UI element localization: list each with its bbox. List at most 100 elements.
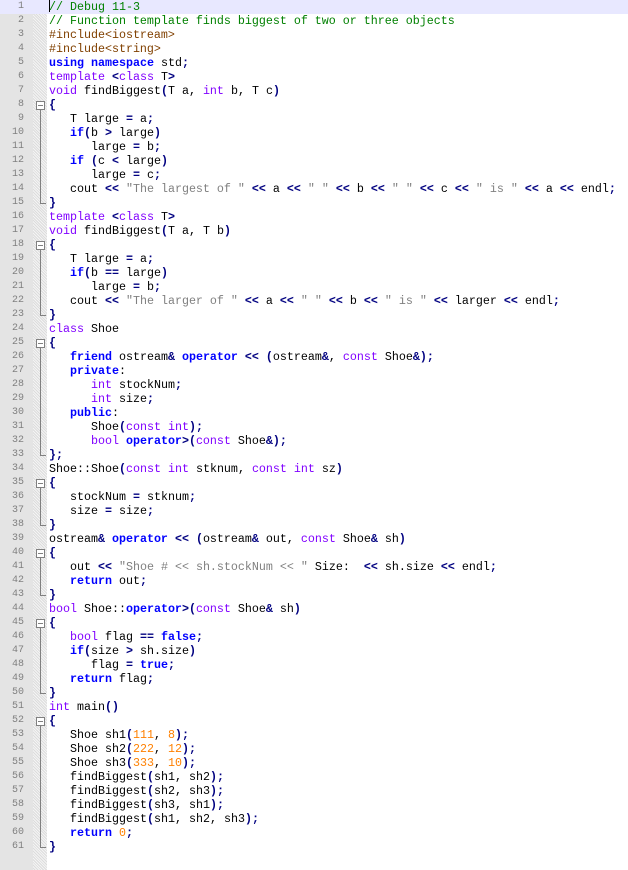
code-line[interactable]: 33}; bbox=[0, 448, 628, 462]
code-line[interactable]: 35 { bbox=[0, 476, 628, 490]
code-text[interactable]: if(size > sh.size) bbox=[49, 644, 196, 658]
code-line[interactable]: 42 return out; bbox=[0, 574, 628, 588]
code-text[interactable]: #include<string> bbox=[49, 42, 161, 56]
code-text[interactable]: if(b > large) bbox=[49, 126, 161, 140]
code-line[interactable]: 14 cout << "The largest of " << a << " "… bbox=[0, 182, 628, 196]
code-line[interactable]: 48 flag = true; bbox=[0, 658, 628, 672]
code-text[interactable]: cout << "The larger of " << a << " " << … bbox=[49, 294, 560, 308]
code-line[interactable]: 21 large = b; bbox=[0, 280, 628, 294]
code-text[interactable]: out << "Shoe # << sh.stockNum << " Size:… bbox=[49, 560, 497, 574]
code-line[interactable]: 45 { bbox=[0, 616, 628, 630]
code-line[interactable]: 38} bbox=[0, 518, 628, 532]
fold-collapse-icon[interactable] bbox=[36, 101, 45, 110]
code-text[interactable]: } bbox=[49, 588, 56, 602]
code-line[interactable]: 54 Shoe sh2(222, 12); bbox=[0, 742, 628, 756]
code-text[interactable]: bool flag == false; bbox=[49, 630, 203, 644]
code-line[interactable]: 3 #include<iostream> bbox=[0, 28, 628, 42]
code-text[interactable]: private: bbox=[49, 364, 126, 378]
code-text[interactable]: { bbox=[49, 546, 56, 560]
code-line[interactable]: 18 { bbox=[0, 238, 628, 252]
code-line[interactable]: 19 T large = a; bbox=[0, 252, 628, 266]
code-line[interactable]: 51 int main() bbox=[0, 700, 628, 714]
code-line[interactable]: 37 size = size; bbox=[0, 504, 628, 518]
code-text[interactable]: } bbox=[49, 686, 56, 700]
code-text[interactable]: ostream& operator << (ostream& out, cons… bbox=[49, 532, 406, 546]
code-text[interactable]: public: bbox=[49, 406, 119, 420]
code-line[interactable]: 24 class Shoe bbox=[0, 322, 628, 336]
code-line[interactable]: 47 if(size > sh.size) bbox=[0, 644, 628, 658]
code-line[interactable]: 26 friend ostream& operator << (ostream&… bbox=[0, 350, 628, 364]
fold-collapse-icon[interactable] bbox=[36, 339, 45, 348]
code-line[interactable]: 39 ostream& operator << (ostream& out, co… bbox=[0, 532, 628, 546]
code-text[interactable]: return flag; bbox=[49, 672, 154, 686]
code-line[interactable]: 12 if (c < large) bbox=[0, 154, 628, 168]
code-text[interactable]: large = b; bbox=[49, 140, 161, 154]
code-line[interactable]: 16 template <class T> bbox=[0, 210, 628, 224]
code-line[interactable]: 15} bbox=[0, 196, 628, 210]
code-text[interactable]: { bbox=[49, 336, 56, 350]
code-text[interactable]: { bbox=[49, 616, 56, 630]
code-line[interactable]: 40 { bbox=[0, 546, 628, 560]
fold-collapse-icon[interactable] bbox=[36, 241, 45, 250]
code-line[interactable]: 53 Shoe sh1(111, 8); bbox=[0, 728, 628, 742]
code-text[interactable]: Shoe sh1(111, 8); bbox=[49, 728, 189, 742]
code-line[interactable]: 2 // Function template finds biggest of t… bbox=[0, 14, 628, 28]
code-text[interactable]: findBiggest(sh1, sh2, sh3); bbox=[49, 812, 259, 826]
code-text[interactable]: { bbox=[49, 238, 56, 252]
code-text[interactable]: class Shoe bbox=[49, 322, 119, 336]
code-text[interactable]: size = size; bbox=[49, 504, 154, 518]
fold-collapse-icon[interactable] bbox=[36, 619, 45, 628]
code-line[interactable]: 9 T large = a; bbox=[0, 112, 628, 126]
code-line[interactable]: 58 findBiggest(sh3, sh1); bbox=[0, 798, 628, 812]
code-text[interactable]: } bbox=[49, 840, 56, 854]
code-line[interactable]: 8{ bbox=[0, 98, 628, 112]
code-text[interactable]: void findBiggest(T a, T b) bbox=[49, 224, 231, 238]
code-text[interactable]: friend ostream& operator << (ostream&, c… bbox=[49, 350, 434, 364]
code-line[interactable]: 41 out << "Shoe # << sh.stockNum << " Si… bbox=[0, 560, 628, 574]
code-line[interactable]: 36 stockNum = stknum; bbox=[0, 490, 628, 504]
code-line[interactable]: 17 void findBiggest(T a, T b) bbox=[0, 224, 628, 238]
code-line[interactable]: 32 bool operator>(const Shoe&); bbox=[0, 434, 628, 448]
code-text[interactable]: cout << "The largest of " << a << " " <<… bbox=[49, 182, 616, 196]
code-line[interactable]: 7 void findBiggest(T a, int b, T c) bbox=[0, 84, 628, 98]
code-text[interactable]: if(b == large) bbox=[49, 266, 168, 280]
code-text[interactable]: Shoe(const int); bbox=[49, 420, 203, 434]
code-line[interactable]: 60 return 0; bbox=[0, 826, 628, 840]
code-text[interactable]: { bbox=[49, 714, 56, 728]
code-text[interactable]: return 0; bbox=[49, 826, 133, 840]
code-line[interactable]: 11 large = b; bbox=[0, 140, 628, 154]
code-line[interactable]: 20 if(b == large) bbox=[0, 266, 628, 280]
code-line[interactable]: 43} bbox=[0, 588, 628, 602]
code-line[interactable]: 27 private: bbox=[0, 364, 628, 378]
code-editor[interactable]: 1 // Debug 11-3 2 // Function template find… bbox=[0, 0, 628, 854]
code-line[interactable]: 28 int stockNum; bbox=[0, 378, 628, 392]
code-text[interactable]: Shoe sh3(333, 10); bbox=[49, 756, 196, 770]
code-text[interactable]: findBiggest(sh1, sh2); bbox=[49, 770, 224, 784]
code-text[interactable]: T large = a; bbox=[49, 112, 154, 126]
code-text[interactable]: #include<iostream> bbox=[49, 28, 175, 42]
code-line[interactable]: 49 return flag; bbox=[0, 672, 628, 686]
code-text[interactable]: { bbox=[49, 98, 56, 112]
code-text[interactable]: large = b; bbox=[49, 280, 161, 294]
code-text[interactable]: findBiggest(sh2, sh3); bbox=[49, 784, 224, 798]
code-line[interactable]: 34 Shoe::Shoe(const int stknum, const int… bbox=[0, 462, 628, 476]
code-text[interactable]: int stockNum; bbox=[49, 378, 182, 392]
code-line[interactable]: 5 using namespace std; bbox=[0, 56, 628, 70]
code-line[interactable]: 6 template <class T> bbox=[0, 70, 628, 84]
fold-collapse-icon[interactable] bbox=[36, 479, 45, 488]
code-text[interactable]: bool Shoe::operator>(const Shoe& sh) bbox=[49, 602, 301, 616]
code-line[interactable]: 59 findBiggest(sh1, sh2, sh3); bbox=[0, 812, 628, 826]
code-text[interactable]: T large = a; bbox=[49, 252, 154, 266]
code-text[interactable]: { bbox=[49, 476, 56, 490]
code-text[interactable]: template <class T> bbox=[49, 210, 175, 224]
code-text[interactable]: }; bbox=[49, 448, 63, 462]
code-line[interactable]: 44 bool Shoe::operator>(const Shoe& sh) bbox=[0, 602, 628, 616]
code-line[interactable]: 13 large = c; bbox=[0, 168, 628, 182]
code-line[interactable]: 23} bbox=[0, 308, 628, 322]
code-line[interactable]: 22 cout << "The larger of " << a << " " … bbox=[0, 294, 628, 308]
code-text[interactable]: return out; bbox=[49, 574, 147, 588]
code-line[interactable]: 4 #include<string> bbox=[0, 42, 628, 56]
fold-collapse-icon[interactable] bbox=[36, 549, 45, 558]
code-text[interactable]: large = c; bbox=[49, 168, 161, 182]
code-line[interactable]: 56 findBiggest(sh1, sh2); bbox=[0, 770, 628, 784]
